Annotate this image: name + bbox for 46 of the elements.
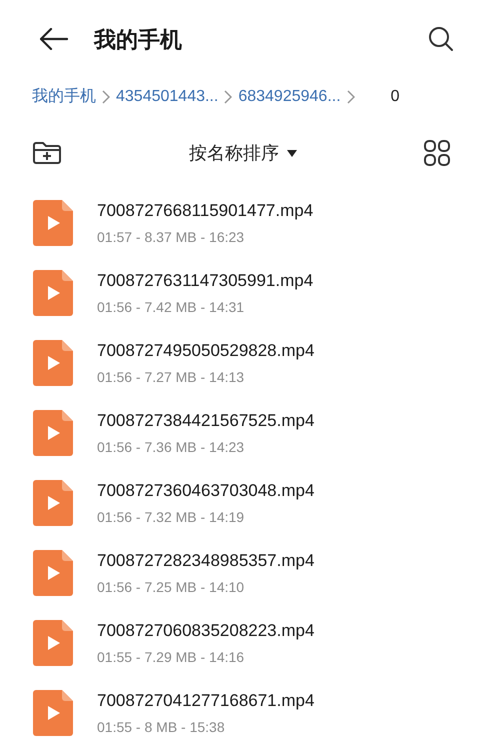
- file-details: 01:55 - 7.29 MB - 14:16: [97, 648, 246, 666]
- video-file-icon: [33, 620, 73, 666]
- file-details: 01:56 - 7.25 MB - 14:10: [97, 578, 246, 596]
- chevron-right-icon: [346, 90, 355, 104]
- back-arrow-icon[interactable]: [40, 28, 68, 50]
- file-list-item[interactable]: 7008727495050529828.mp4 01:56 - 7.27 MB - 14:13: [0, 328, 482, 398]
- page-title: 我的手机: [94, 26, 182, 54]
- file-name: 7008727041277168671.mp4: [97, 690, 314, 712]
- chevron-right-icon: [224, 90, 232, 104]
- file-name: 7008727668115901477.mp4: [97, 200, 314, 222]
- video-file-icon: [33, 200, 73, 246]
- breadcrumb-link[interactable]: 我的手机: [32, 85, 96, 109]
- file-name: 7008727495050529828.mp4: [97, 340, 314, 362]
- file-list-item[interactable]: 7008727282348985357.mp4 01:56 - 7.25 MB - 14:10: [0, 538, 482, 608]
- file-list-item[interactable]: 7008727384421567525.mp4 01:56 - 7.36 MB - 14:23: [0, 398, 482, 468]
- video-file-icon: [33, 340, 73, 386]
- video-file-icon: [33, 480, 73, 526]
- breadcrumb-link[interactable]: 6834925946...: [238, 85, 341, 109]
- video-file-icon: [33, 410, 73, 456]
- chevron-right-icon: [102, 90, 110, 104]
- file-details: 01:56 - 7.32 MB - 14:19: [97, 508, 246, 526]
- file-details: 01:56 - 7.27 MB - 14:13: [97, 368, 246, 386]
- file-name: 7008727282348985357.mp4: [97, 550, 314, 572]
- file-list-item[interactable]: 7008727060835208223.mp4 01:55 - 7.29 MB - 14:16: [0, 608, 482, 678]
- file-name: 7008727631147305991.mp4: [97, 270, 314, 292]
- file-details: 01:55 - 8 MB - 15:38: [97, 718, 226, 736]
- file-list-item[interactable]: 7008727668115901477.mp4 01:57 - 8.37 MB - 16:23: [0, 188, 482, 258]
- video-file-icon: [33, 690, 73, 736]
- file-name: 7008727384421567525.mp4: [97, 410, 314, 432]
- breadcrumb-link[interactable]: 4354501443...: [116, 85, 218, 109]
- file-list-item[interactable]: 7008727631147305991.mp4 01:56 - 7.42 MB - 14:31: [0, 258, 482, 328]
- grid-view-icon[interactable]: [424, 140, 450, 166]
- file-name: 7008727360463703048.mp4: [97, 480, 314, 502]
- video-file-icon: [33, 550, 73, 596]
- file-list-item[interactable]: 7008727360463703048.mp4 01:56 - 7.32 MB - 14:19: [0, 468, 482, 538]
- file-details: 01:57 - 8.37 MB - 16:23: [97, 228, 246, 246]
- file-details: 01:56 - 7.36 MB - 14:23: [97, 438, 246, 456]
- video-file-icon: [33, 270, 73, 316]
- item-count: 0: [390, 87, 400, 107]
- new-folder-icon[interactable]: [32, 141, 62, 165]
- file-details: 01:56 - 7.42 MB - 14:31: [97, 298, 246, 316]
- dropdown-caret-icon: [287, 150, 297, 156]
- search-icon[interactable]: [428, 26, 454, 52]
- sort-dropdown[interactable]: 按名称排序: [189, 140, 297, 166]
- file-name: 7008727060835208223.mp4: [97, 620, 314, 642]
- file-list-item[interactable]: 7008727041277168671.mp4 01:55 - 8 MB - 15:38: [0, 678, 482, 748]
